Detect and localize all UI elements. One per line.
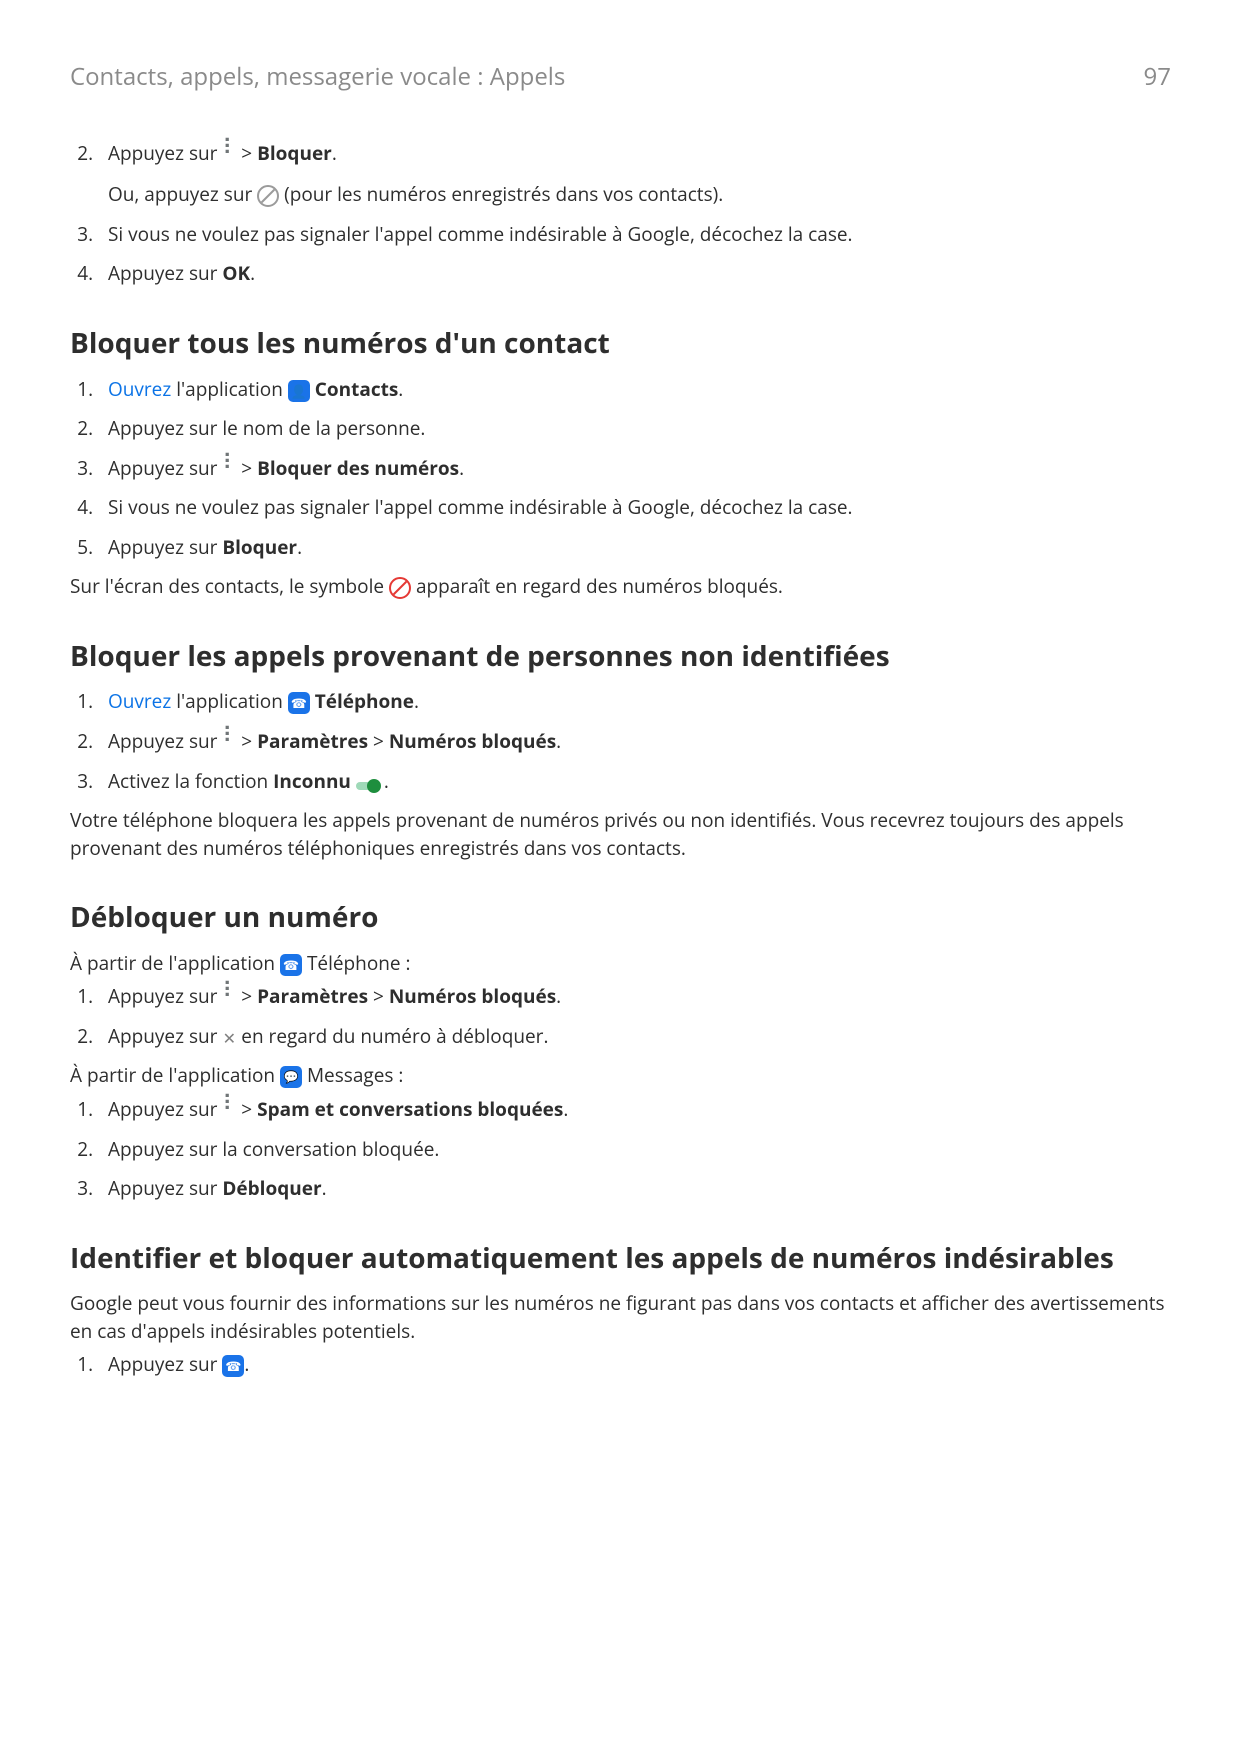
section-heading: Bloquer tous les numéros d'un contact <box>70 323 1171 364</box>
paragraph: À partir de l'application Messages : <box>70 1062 1171 1090</box>
paragraph: Votre téléphone bloquera les appels prov… <box>70 807 1171 862</box>
steps-list: Appuyez sur > Bloquer. Ou, appuyez sur (… <box>70 140 1171 288</box>
more-icon <box>222 144 236 166</box>
phone-app-icon <box>222 1355 244 1377</box>
list-item: Si vous ne voulez pas signaler l'appel c… <box>98 221 1171 249</box>
paragraph: Sur l'écran des contacts, le symbole app… <box>70 573 1171 601</box>
list-item: Appuyez sur OK. <box>98 260 1171 288</box>
list-item: Si vous ne voulez pas signaler l'appel c… <box>98 494 1171 522</box>
steps-list: Appuyez sur . <box>70 1351 1171 1379</box>
list-item: Appuyez sur Bloquer. <box>98 534 1171 562</box>
contacts-app-icon <box>288 380 310 402</box>
blocked-icon <box>389 577 411 599</box>
open-link[interactable]: Ouvrez <box>108 688 171 714</box>
list-item: Appuyez sur le nom de la personne. <box>98 415 1171 443</box>
steps-list: Appuyez sur > Spam et conversations bloq… <box>70 1096 1171 1203</box>
list-item: Appuyez sur Débloquer. <box>98 1175 1171 1203</box>
steps-list: Ouvrez l'application Contacts. Appuyez s… <box>70 376 1171 562</box>
more-icon <box>222 732 236 754</box>
list-item: Appuyez sur la conversation bloquée. <box>98 1136 1171 1164</box>
phone-app-icon <box>280 954 302 976</box>
phone-app-icon <box>288 692 310 714</box>
section-heading: Identifier et bloquer automatiquement le… <box>70 1238 1171 1279</box>
breadcrumb: Contacts, appels, messagerie vocale : Ap… <box>70 60 565 95</box>
messages-app-icon <box>280 1066 302 1088</box>
close-icon <box>222 1027 236 1049</box>
list-item: Appuyez sur > Paramètres > Numéros bloqu… <box>98 983 1171 1011</box>
paragraph: À partir de l'application Téléphone : <box>70 950 1171 978</box>
more-icon <box>222 459 236 481</box>
steps-list: Ouvrez l'application Téléphone. Appuyez … <box>70 688 1171 795</box>
steps-list: Appuyez sur > Paramètres > Numéros bloqu… <box>70 983 1171 1050</box>
list-item: Appuyez sur > Bloquer. Ou, appuyez sur (… <box>98 140 1171 209</box>
list-item: Appuyez sur en regard du numéro à débloq… <box>98 1023 1171 1051</box>
list-item: Activez la fonction Inconnu . <box>98 768 1171 796</box>
toggle-on-icon <box>356 771 384 793</box>
list-item: Ouvrez l'application Téléphone. <box>98 688 1171 716</box>
list-item: Appuyez sur > Spam et conversations bloq… <box>98 1096 1171 1124</box>
block-icon <box>257 185 279 207</box>
open-link[interactable]: Ouvrez <box>108 376 171 402</box>
more-icon <box>222 987 236 1009</box>
sub-paragraph: Ou, appuyez sur (pour les numéros enregi… <box>108 181 1171 209</box>
list-item: Ouvrez l'application Contacts. <box>98 376 1171 404</box>
section-heading: Bloquer les appels provenant de personne… <box>70 636 1171 677</box>
paragraph: Google peut vous fournir des information… <box>70 1290 1171 1345</box>
list-item: Appuyez sur > Paramètres > Numéros bloqu… <box>98 728 1171 756</box>
list-item: Appuyez sur > Bloquer des numéros. <box>98 455 1171 483</box>
page-header: Contacts, appels, messagerie vocale : Ap… <box>70 60 1171 95</box>
section-heading: Débloquer un numéro <box>70 897 1171 938</box>
more-icon <box>222 1100 236 1122</box>
list-item: Appuyez sur . <box>98 1351 1171 1379</box>
page-number: 97 <box>1144 60 1171 95</box>
